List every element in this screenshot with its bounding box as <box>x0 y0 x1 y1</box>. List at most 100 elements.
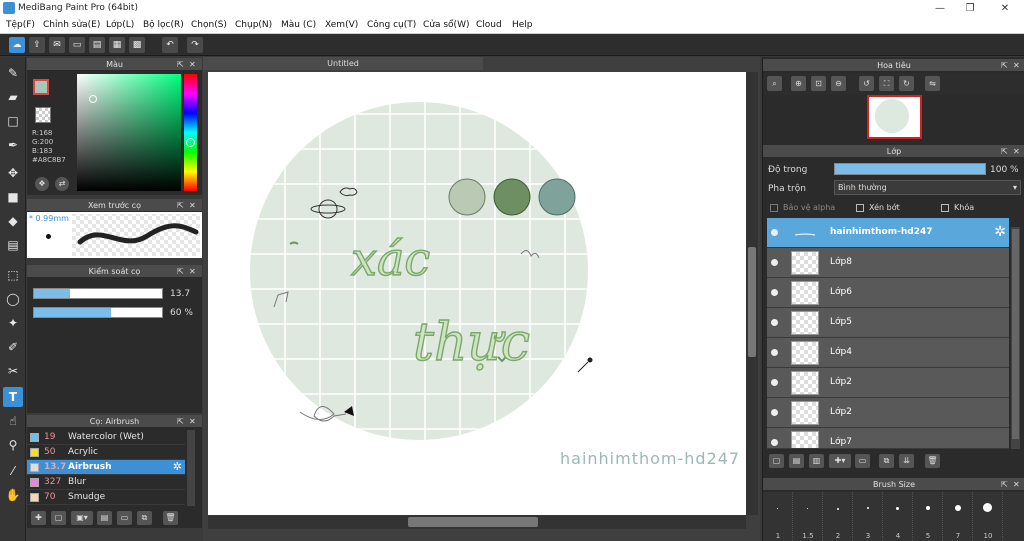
hue-cursor[interactable] <box>186 138 195 147</box>
select-rect-tool-icon[interactable]: ⬚ <box>3 265 23 285</box>
scroll-thumb[interactable] <box>408 517 538 527</box>
close-panel-icon[interactable]: ✕ <box>189 58 196 71</box>
brush-size-preset[interactable]: 4 <box>883 492 913 541</box>
new-brush-icon[interactable]: ▢ <box>51 511 66 525</box>
lock-checkbox[interactable]: Khóa <box>941 203 974 212</box>
delete-layer-icon[interactable]: 🗑 <box>925 454 940 468</box>
menu-view[interactable]: Xem(V) <box>325 20 358 30</box>
menu-layer[interactable]: Lớp(L) <box>106 20 134 30</box>
brush-size-preset[interactable]: 3 <box>853 492 883 541</box>
blend-mode-select[interactable]: Bình thường ▾ <box>834 180 1021 195</box>
brush-size-slider[interactable] <box>33 288 163 299</box>
menu-tools[interactable]: Công cụ(T) <box>367 20 416 30</box>
tab-untitled[interactable]: Untitled <box>203 57 483 70</box>
undo-icon[interactable]: ↶ <box>162 37 178 53</box>
undock-icon[interactable]: ⇱ <box>177 265 184 278</box>
magic-wand-tool-icon[interactable]: ✦ <box>3 313 23 333</box>
redo-icon[interactable]: ↷ <box>187 37 203 53</box>
select-eraser-tool-icon[interactable]: ✂ <box>3 361 23 381</box>
close-panel-icon[interactable]: ✕ <box>1013 478 1020 491</box>
rotate-left-icon[interactable]: ↺ <box>859 76 874 91</box>
eyedropper-tool-icon[interactable]: ⁄ <box>3 461 23 481</box>
menu-select[interactable]: Chọn(S) <box>191 20 227 30</box>
brush-item[interactable]: 327 Blur <box>27 475 185 490</box>
scroll-thumb[interactable] <box>1012 229 1019 439</box>
duplicate-layer-icon[interactable]: ⧉ <box>879 454 894 468</box>
dropper-tool-icon[interactable]: ⚲ <box>3 435 23 455</box>
layer-row[interactable]: Lớp7 <box>767 428 1009 449</box>
rotate-right-icon[interactable]: ↻ <box>899 76 914 91</box>
brush-menu-icon[interactable]: ▣▾ <box>71 511 93 525</box>
undock-icon[interactable]: ⇱ <box>1001 145 1008 158</box>
close-panel-icon[interactable]: ✕ <box>1013 145 1020 158</box>
clipping-checkbox[interactable]: Xén bớt <box>856 203 900 212</box>
scroll-thumb[interactable] <box>748 247 756 357</box>
eye-icon[interactable] <box>771 409 778 416</box>
bucket-tool-icon[interactable]: ◆ <box>3 211 23 231</box>
gradient-tool-icon[interactable]: ▤ <box>3 235 23 255</box>
brush-item-selected[interactable]: 13.7 Airbrush ✲ <box>27 460 185 475</box>
maximize-button[interactable]: ❐ <box>955 0 985 17</box>
layer-settings-gear-icon[interactable]: ✲ <box>994 224 1006 240</box>
operation-tool-icon[interactable]: ☝ <box>3 411 23 431</box>
duplicate-icon[interactable]: ⧉ <box>137 511 152 525</box>
saturation-value-picker[interactable] <box>77 74 181 191</box>
eye-icon[interactable] <box>771 349 778 356</box>
brush-item[interactable]: 19 Watercolor (Wet) <box>27 430 185 445</box>
text-tool-icon[interactable]: T <box>3 387 23 407</box>
rect-select-tool-icon[interactable]: □ <box>3 111 23 131</box>
menu-edit[interactable]: Chỉnh sửa(E) <box>43 20 100 30</box>
close-panel-icon[interactable]: ✕ <box>189 415 196 428</box>
navigator-thumbnail[interactable] <box>867 95 922 139</box>
hue-slider[interactable] <box>184 74 197 191</box>
brush-size-preset[interactable]: 2 <box>823 492 853 541</box>
eye-icon[interactable] <box>771 439 778 446</box>
swap-colors-icon[interactable]: ⇄ <box>55 177 69 191</box>
background-color-swatch[interactable] <box>35 107 51 123</box>
brush-size-preset[interactable]: 5 <box>913 492 943 541</box>
layer-row[interactable]: Lớp5 <box>767 308 1009 338</box>
layer-row[interactable]: Lớp4 <box>767 338 1009 368</box>
brush-settings-gear-icon[interactable]: ✲ <box>173 460 182 473</box>
brush-file-icon[interactable]: ▤ <box>97 511 112 525</box>
brush-size-preset[interactable]: 7 <box>943 492 973 541</box>
new-halftone-layer-icon[interactable]: ▤ <box>789 454 804 468</box>
lasso-tool-icon[interactable]: ◯ <box>3 289 23 309</box>
layer-row[interactable]: Lớp6 <box>767 278 1009 308</box>
comment-icon[interactable]: ✉ <box>49 37 65 53</box>
fill-rect-tool-icon[interactable]: ■ <box>3 187 23 207</box>
menu-color[interactable]: Màu (C) <box>281 20 316 30</box>
layer-row[interactable]: Lớp2 <box>767 368 1009 398</box>
pen-tool-icon[interactable]: ✒ <box>3 135 23 155</box>
brush-size-preset[interactable]: 10 <box>973 492 1003 541</box>
menu-window[interactable]: Cửa sổ(W) <box>423 20 469 30</box>
foreground-color-swatch[interactable] <box>33 79 49 95</box>
brush-size-preset[interactable]: 1.5 <box>793 492 823 541</box>
document-canvas[interactable]: xác thực hainhimthom-hd247 <box>208 72 746 515</box>
grid-icon[interactable]: ▩ <box>129 37 145 53</box>
brush-tool-icon[interactable]: ✎ <box>3 63 23 83</box>
eye-icon[interactable] <box>771 259 778 266</box>
trash-icon[interactable]: 🗑 <box>163 511 178 525</box>
menu-file[interactable]: Tệp(F) <box>6 20 35 30</box>
zoom-in-icon[interactable]: ⊕ <box>791 76 806 91</box>
brush-item[interactable]: 50 Acrylic <box>27 445 185 460</box>
brush-item[interactable]: 70 Smudge <box>27 490 185 505</box>
zoom-fit-icon[interactable]: ⌕ <box>767 76 782 91</box>
layer-list-scrollbar[interactable] <box>1011 227 1020 449</box>
undock-icon[interactable]: ⇱ <box>1001 59 1008 72</box>
palette-icon[interactable]: ❖ <box>35 177 49 191</box>
layer-opacity-slider[interactable] <box>834 163 986 175</box>
undock-icon[interactable]: ⇱ <box>1001 478 1008 491</box>
undock-icon[interactable]: ⇱ <box>177 415 184 428</box>
brush-size-preset[interactable]: 1 <box>763 492 793 541</box>
flip-horizontal-icon[interactable]: ⇋ <box>925 76 940 91</box>
canvas-horizontal-scrollbar[interactable] <box>208 515 746 529</box>
zoom-out-icon[interactable]: ⊖ <box>831 76 846 91</box>
layer-row[interactable]: Lớp8 <box>767 248 1009 278</box>
eye-icon[interactable] <box>771 379 778 386</box>
close-panel-icon[interactable]: ✕ <box>189 265 196 278</box>
menu-filter[interactable]: Bộ lọc(R) <box>143 20 184 30</box>
picker-cursor[interactable] <box>89 95 97 103</box>
new-layer-icon[interactable]: ▢ <box>769 454 784 468</box>
